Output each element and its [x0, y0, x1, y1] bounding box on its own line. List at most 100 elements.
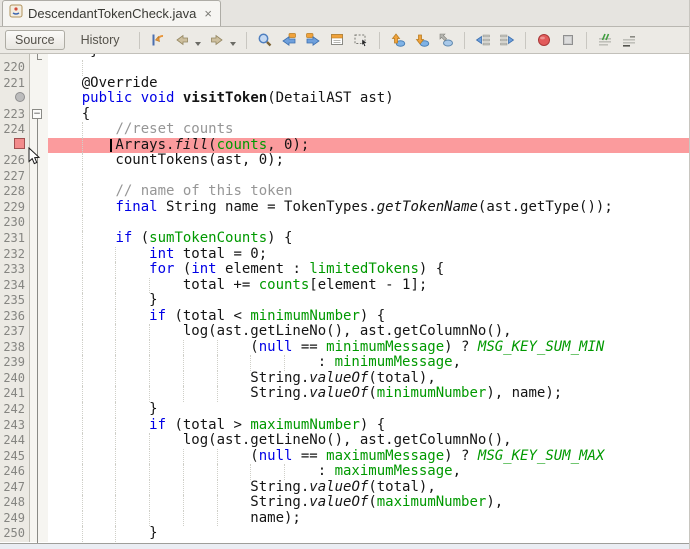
- code-line[interactable]: 242 }: [0, 402, 689, 418]
- forward-icon[interactable]: [207, 30, 227, 50]
- annotation-circle-icon[interactable]: [0, 91, 30, 107]
- code-line[interactable]: 227: [0, 169, 689, 185]
- code-line[interactable]: 245 (null == maximumMessage) ? MSG_KEY_S…: [0, 449, 689, 465]
- line-number[interactable]: 236: [0, 309, 30, 325]
- rectangular-selection-icon[interactable]: [351, 30, 371, 50]
- code-text[interactable]: }: [48, 526, 689, 542]
- code-text[interactable]: // name of this token: [48, 184, 689, 200]
- find-next-icon[interactable]: [303, 30, 323, 50]
- code-text[interactable]: }: [48, 293, 689, 309]
- line-number[interactable]: 237: [0, 324, 30, 340]
- code-line[interactable]: 223 {: [0, 107, 689, 123]
- line-number[interactable]: 221: [0, 76, 30, 92]
- previous-bookmark-icon[interactable]: [388, 30, 408, 50]
- code-text[interactable]: String.valueOf(maximumNumber),: [48, 495, 689, 511]
- line-number[interactable]: 233: [0, 262, 30, 278]
- code-line[interactable]: 248 String.valueOf(maximumNumber),: [0, 495, 689, 511]
- line-number[interactable]: 235: [0, 293, 30, 309]
- code-line[interactable]: 221 @Override: [0, 76, 689, 92]
- back-icon[interactable]: [172, 30, 192, 50]
- line-number[interactable]: 247: [0, 480, 30, 496]
- code-text[interactable]: name);: [48, 511, 689, 527]
- code-line[interactable]: 232 int total = 0;: [0, 247, 689, 263]
- line-number[interactable]: 248: [0, 495, 30, 511]
- next-bookmark-icon[interactable]: [412, 30, 432, 50]
- line-number[interactable]: 244: [0, 433, 30, 449]
- line-number[interactable]: 238: [0, 340, 30, 356]
- code-text[interactable]: String.valueOf(minimumNumber), name);: [48, 386, 689, 402]
- line-number[interactable]: 242: [0, 402, 30, 418]
- code-text[interactable]: [48, 60, 689, 76]
- code-line[interactable]: 220: [0, 60, 689, 76]
- line-number[interactable]: 229: [0, 200, 30, 216]
- code-text[interactable]: for (int element : limitedTokens) {: [48, 262, 689, 278]
- code-text[interactable]: }: [48, 402, 689, 418]
- code-line[interactable]: 237 log(ast.getLineNo(), ast.getColumnNo…: [0, 324, 689, 340]
- code-text[interactable]: (null == maximumMessage) ? MSG_KEY_SUM_M…: [48, 449, 689, 465]
- code-line[interactable]: 228 // name of this token: [0, 184, 689, 200]
- code-text[interactable]: Arrays.fill(counts, 0);: [48, 138, 689, 154]
- code-text[interactable]: [48, 215, 689, 231]
- code-text[interactable]: int total = 0;: [48, 247, 689, 263]
- code-text[interactable]: @Override: [48, 76, 689, 92]
- uncomment-icon[interactable]: [619, 30, 639, 50]
- code-line[interactable]: 235 }: [0, 293, 689, 309]
- code-line[interactable]: 244 log(ast.getLineNo(), ast.getColumnNo…: [0, 433, 689, 449]
- code-line[interactable]: 234 total += counts[element - 1];: [0, 278, 689, 294]
- code-line[interactable]: 238 (null == minimumMessage) ? MSG_KEY_S…: [0, 340, 689, 356]
- line-number[interactable]: 234: [0, 278, 30, 294]
- line-number[interactable]: 245: [0, 449, 30, 465]
- code-text[interactable]: : maximumMessage,: [48, 464, 689, 480]
- code-line[interactable]: Arrays.fill(counts, 0);: [0, 138, 689, 154]
- code-line[interactable]: 243 if (total > maximumNumber) {: [0, 418, 689, 434]
- code-line[interactable]: 247 String.valueOf(total),: [0, 480, 689, 496]
- code-line[interactable]: 231 if (sumTokenCounts) {: [0, 231, 689, 247]
- code-text[interactable]: [48, 169, 689, 185]
- code-line[interactable]: 226 countTokens(ast, 0);: [0, 153, 689, 169]
- breakpoint-icon[interactable]: [0, 138, 30, 154]
- toggle-highlight-search-icon[interactable]: [327, 30, 347, 50]
- forward-dropdown-icon[interactable]: [230, 42, 236, 46]
- start-macro-recording-icon[interactable]: [534, 30, 554, 50]
- code-text[interactable]: //reset counts: [48, 122, 689, 138]
- code-text[interactable]: {: [48, 107, 689, 123]
- line-number[interactable]: 231: [0, 231, 30, 247]
- code-text[interactable]: if (total < minimumNumber) {: [48, 309, 689, 325]
- code-text[interactable]: log(ast.getLineNo(), ast.getColumnNo(),: [48, 433, 689, 449]
- shift-line-right-icon[interactable]: [497, 30, 517, 50]
- line-number[interactable]: 232: [0, 247, 30, 263]
- code-line[interactable]: 239 : minimumMessage,: [0, 355, 689, 371]
- line-number[interactable]: 228: [0, 184, 30, 200]
- back-dropdown-icon[interactable]: [195, 42, 201, 46]
- line-number[interactable]: 226: [0, 153, 30, 169]
- code-line[interactable]: 233 for (int element : limitedTokens) {: [0, 262, 689, 278]
- code-text[interactable]: log(ast.getLineNo(), ast.getColumnNo(),: [48, 324, 689, 340]
- line-number[interactable]: 230: [0, 215, 30, 231]
- code-text[interactable]: if (total > maximumNumber) {: [48, 418, 689, 434]
- find-previous-icon[interactable]: [279, 30, 299, 50]
- tab-close-icon[interactable]: ×: [204, 6, 212, 21]
- toggle-bookmark-icon[interactable]: [436, 30, 456, 50]
- history-view-button[interactable]: History: [73, 31, 128, 49]
- shift-line-left-icon[interactable]: [473, 30, 493, 50]
- code-line[interactable]: 229 final String name = TokenTypes.getTo…: [0, 200, 689, 216]
- code-text[interactable]: public void visitToken(DetailAST ast): [48, 91, 689, 107]
- code-text[interactable]: String.valueOf(total),: [48, 371, 689, 387]
- code-line[interactable]: public void visitToken(DetailAST ast): [0, 91, 689, 107]
- code-line[interactable]: 249 name);: [0, 511, 689, 527]
- stop-macro-recording-icon[interactable]: [558, 30, 578, 50]
- code-text[interactable]: total += counts[element - 1];: [48, 278, 689, 294]
- code-line[interactable]: 241 String.valueOf(minimumNumber), name)…: [0, 386, 689, 402]
- code-editor[interactable]: } 220221 @Override public void visitToken…: [0, 54, 689, 543]
- line-number[interactable]: 246: [0, 464, 30, 480]
- code-text[interactable]: (null == minimumMessage) ? MSG_KEY_SUM_M…: [48, 340, 689, 356]
- source-view-button[interactable]: Source: [5, 30, 65, 50]
- code-line[interactable]: 246 : maximumMessage,: [0, 464, 689, 480]
- line-number[interactable]: 249: [0, 511, 30, 527]
- tab-descendanttokencheck[interactable]: DescendantTokenCheck.java ×: [2, 0, 221, 26]
- code-line[interactable]: 224 //reset counts: [0, 122, 689, 138]
- code-text[interactable]: String.valueOf(total),: [48, 480, 689, 496]
- code-text[interactable]: : minimumMessage,: [48, 355, 689, 371]
- comment-icon[interactable]: [595, 30, 615, 50]
- code-line[interactable]: 250 }: [0, 526, 689, 542]
